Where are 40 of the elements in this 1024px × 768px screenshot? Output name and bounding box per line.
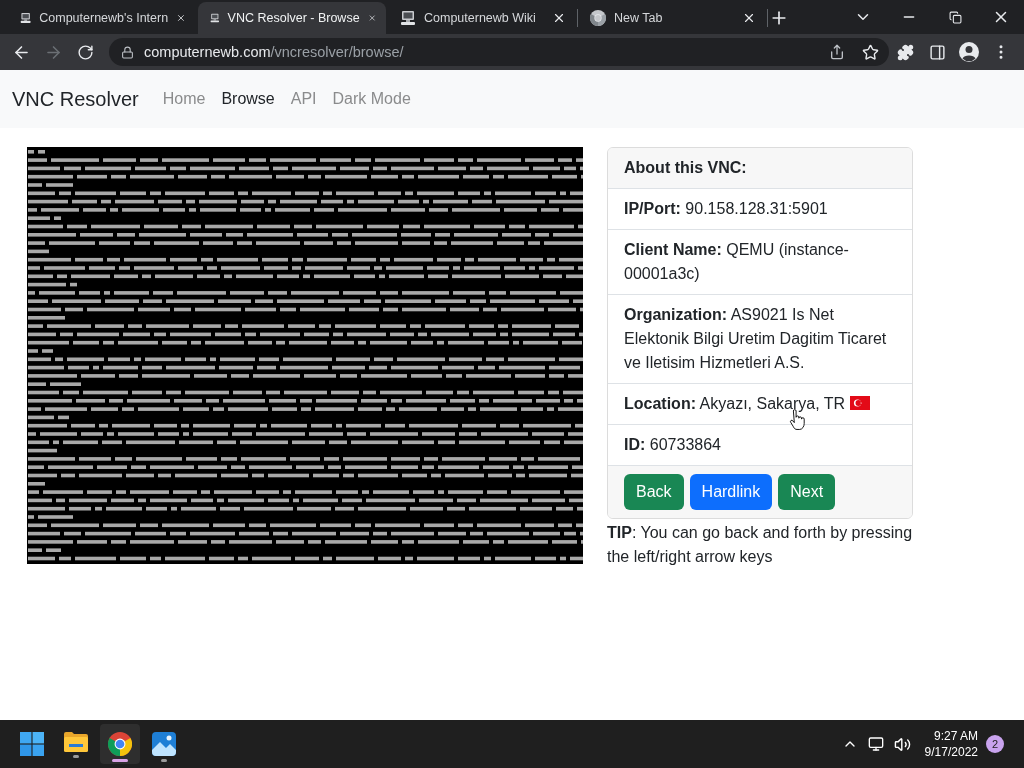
nav-button[interactable]: Next xyxy=(778,474,836,510)
close-icon[interactable] xyxy=(742,11,756,25)
card-title: About this VNC: xyxy=(624,159,747,176)
puzzle-icon[interactable] xyxy=(896,43,914,61)
restore-icon[interactable] xyxy=(948,10,962,24)
browser-tab[interactable]: Computernewb's Intern xyxy=(8,2,196,34)
date-text: 9/17/2022 xyxy=(924,744,978,760)
tip-text: TIP: You can go back and forth by pressing the left/right arrow keys xyxy=(607,523,913,567)
folder-icon[interactable] xyxy=(64,732,88,752)
detail-text: IP/Port: 90.158.128.31:5901 xyxy=(624,200,828,217)
lock-icon[interactable] xyxy=(121,45,134,59)
nav-button[interactable]: Hardlink xyxy=(689,474,773,510)
detail-text: Client Name: QEMU (instance-00001a3c) xyxy=(624,241,849,282)
speaker-icon[interactable] xyxy=(893,735,911,753)
star-icon[interactable] xyxy=(862,43,879,61)
close-icon[interactable] xyxy=(552,11,566,25)
profile-icon[interactable] xyxy=(959,42,979,62)
four-squares-icon[interactable] xyxy=(20,732,44,756)
browser-tab[interactable]: New Tab xyxy=(578,2,766,34)
computer-icon xyxy=(400,10,416,26)
nav-button[interactable]: Back xyxy=(624,474,684,510)
detail-text: Location: Akyazı, Sakarya, TR xyxy=(624,395,846,412)
browser-logo-icon[interactable] xyxy=(108,732,132,756)
taskbar-app-button[interactable] xyxy=(100,724,140,764)
browser-tab[interactable]: VNC Resolver - Browse xyxy=(198,2,386,34)
share-icon[interactable] xyxy=(829,44,845,60)
nav-link[interactable]: Browse xyxy=(213,82,283,116)
time-text: 9:27 AM xyxy=(933,728,978,744)
browser-tab[interactable]: Computernewb Wiki xyxy=(388,2,576,34)
detail-text: ID: 60733864 xyxy=(624,436,721,453)
detail-text: Organization: AS9021 Is Net Elektonik Bilgi Uretim Dagitim Ticaret ve Iletisim Hizmetleri A.S. xyxy=(624,306,887,371)
browser-logo-icon xyxy=(590,10,606,26)
address-field[interactable]: computernewb.com/vncresolver/browse/ xyxy=(109,38,889,66)
computer-icon xyxy=(20,10,32,26)
reload-icon[interactable] xyxy=(76,43,94,61)
landscape-picture-icon[interactable] xyxy=(152,732,176,756)
side-panel-icon[interactable] xyxy=(928,43,946,61)
notification-count[interactable]: 2 xyxy=(986,735,1004,753)
monitor-icon[interactable] xyxy=(867,736,884,752)
site-title[interactable]: VNC Resolver xyxy=(12,87,139,111)
